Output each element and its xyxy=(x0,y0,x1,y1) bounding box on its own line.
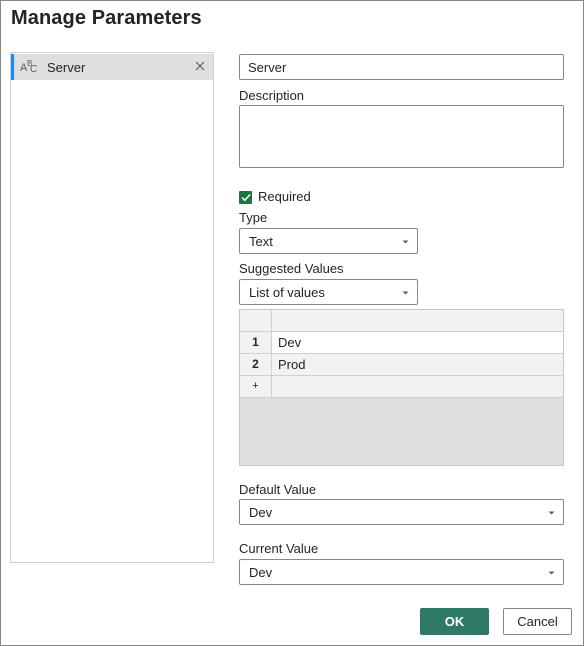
chevron-down-icon xyxy=(548,511,555,515)
current-value-select-value: Dev xyxy=(249,565,273,580)
default-value-label: Default Value xyxy=(239,482,317,497)
cancel-button[interactable]: Cancel xyxy=(503,608,572,635)
table-row[interactable]: 1 Dev xyxy=(240,332,563,354)
default-value-select[interactable]: Dev xyxy=(239,499,564,525)
manage-parameters-dialog: Manage Parameters ABC Server Description… xyxy=(0,0,584,646)
table-header xyxy=(240,310,563,332)
chevron-down-icon xyxy=(402,291,409,295)
suggested-values-table: 1 Dev 2 Prod + xyxy=(239,309,564,466)
description-field[interactable] xyxy=(239,105,564,168)
description-label: Description xyxy=(239,88,305,103)
type-select-value: Text xyxy=(249,234,273,249)
current-value-label: Current Value xyxy=(239,541,319,556)
ok-button[interactable]: OK xyxy=(420,608,489,635)
chevron-down-icon xyxy=(402,240,409,244)
value-cell[interactable]: Prod xyxy=(278,354,305,375)
checkmark-icon xyxy=(240,193,251,202)
dialog-title: Manage Parameters xyxy=(11,7,202,29)
text-type-icon: ABC xyxy=(20,59,38,75)
table-row[interactable]: 2 Prod xyxy=(240,354,563,376)
add-row[interactable]: + xyxy=(240,376,563,398)
required-label: Required xyxy=(258,189,311,204)
default-value-select-value: Dev xyxy=(249,505,273,520)
parameter-item-server[interactable]: ABC Server xyxy=(11,54,213,80)
current-value-select[interactable]: Dev xyxy=(239,559,564,585)
row-number: 2 xyxy=(240,354,272,375)
parameter-list: ABC Server xyxy=(10,52,214,563)
suggested-values-label: Suggested Values xyxy=(239,261,344,276)
parameter-name-input[interactable] xyxy=(239,54,564,80)
parameter-item-label: Server xyxy=(47,60,86,75)
type-label: Type xyxy=(239,210,268,225)
suggested-values-select[interactable]: List of values xyxy=(239,279,418,305)
value-cell[interactable]: Dev xyxy=(278,332,301,353)
add-row-icon[interactable]: + xyxy=(240,376,272,397)
required-checkbox[interactable] xyxy=(239,191,252,204)
chevron-down-icon xyxy=(548,571,555,575)
row-number: 1 xyxy=(240,332,272,353)
delete-parameter-icon[interactable] xyxy=(191,57,209,75)
table-corner xyxy=(240,310,272,331)
type-select[interactable]: Text xyxy=(239,228,418,254)
suggested-values-select-value: List of values xyxy=(249,285,325,300)
